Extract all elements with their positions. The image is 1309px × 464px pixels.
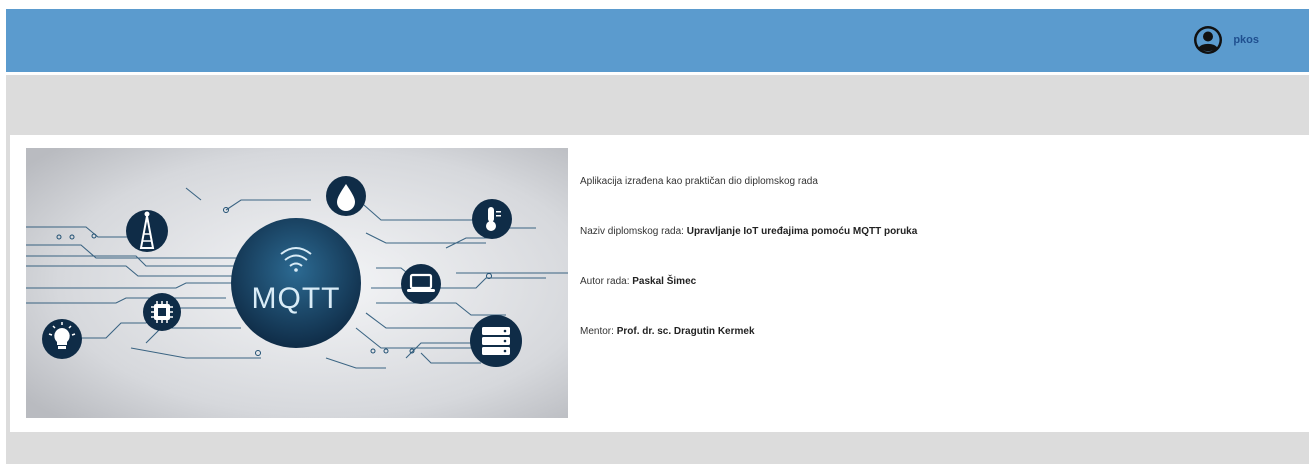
chip-icon xyxy=(143,293,181,331)
about-card: MQTT Aplikacija izrađena kao praktičan d… xyxy=(10,135,1309,432)
thermometer-icon xyxy=(472,199,512,239)
username-link[interactable]: pkos xyxy=(1233,34,1259,46)
mqtt-logo-text: MQTT xyxy=(252,282,341,315)
author-name: Paskal Šimec xyxy=(632,276,697,287)
intro-text: Aplikacija izrađena kao praktičan dio di… xyxy=(580,176,818,187)
page-background: pkos MQTT Aplikacija izrađena kao prakti… xyxy=(6,9,1309,464)
mqtt-hero-image: MQTT xyxy=(26,148,568,418)
server-icon xyxy=(470,315,522,367)
top-navbar: pkos xyxy=(6,9,1309,75)
water-drop-icon xyxy=(326,176,366,216)
mentor-label: Mentor: xyxy=(580,326,614,337)
lightbulb-icon xyxy=(42,319,82,359)
author-label: Autor rada: xyxy=(580,276,630,287)
mentor-row: Mentor: Prof. dr. sc. Dragutin Kermek xyxy=(580,325,755,339)
thesis-label: Naziv diplomskog rada: xyxy=(580,226,684,237)
laptop-icon xyxy=(401,264,441,304)
user-menu[interactable]: pkos xyxy=(1193,25,1259,55)
antenna-tower-icon xyxy=(126,210,168,252)
author-row: Autor rada: Paskal Šimec xyxy=(580,275,696,289)
mentor-name: Prof. dr. sc. Dragutin Kermek xyxy=(616,326,755,337)
thesis-title: Upravljanje IoT uređajima pomoću MQTT po… xyxy=(686,226,918,237)
thesis-title-row: Naziv diplomskog rada: Upravljanje IoT u… xyxy=(580,225,917,239)
user-circle-icon xyxy=(1194,26,1223,54)
